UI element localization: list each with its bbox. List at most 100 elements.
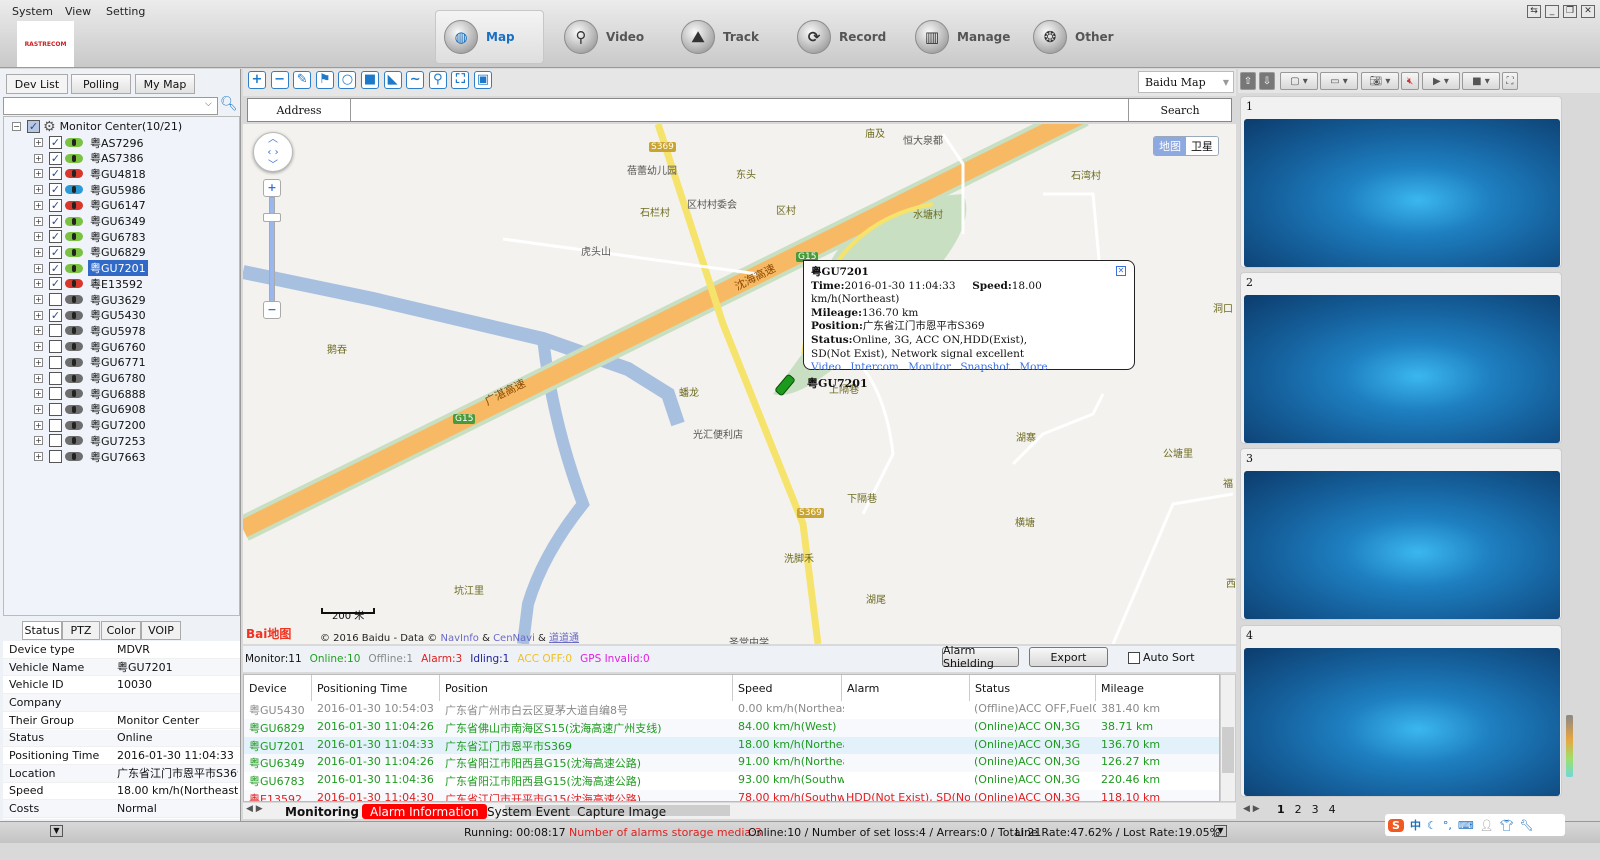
column-header[interactable]: Device — [244, 675, 312, 701]
status-dropdown-icon[interactable]: ▼ — [1214, 825, 1227, 837]
device-checkbox[interactable]: ✓ — [49, 183, 62, 197]
collapse-panel-icon[interactable]: ▼ — [50, 825, 63, 837]
tab-capture-image[interactable]: Capture Image — [569, 804, 674, 819]
video-channel-1[interactable]: 1 — [1240, 96, 1562, 268]
tab-status[interactable]: Status — [22, 621, 62, 640]
device-checkbox[interactable]: ✓ — [49, 151, 62, 165]
device-tree-item[interactable]: + 粤GU6888 — [34, 386, 148, 401]
device-tree-item[interactable]: + 粤GU7200 — [34, 418, 148, 433]
popup-intercom-link[interactable]: Intercom — [850, 361, 899, 373]
column-header[interactable]: Mileage — [1096, 675, 1219, 701]
device-search-input[interactable] — [3, 97, 218, 115]
address-input[interactable] — [351, 99, 1129, 121]
device-checkbox[interactable] — [49, 355, 62, 369]
root-checkbox[interactable]: ✓ — [27, 120, 40, 133]
moon-icon[interactable]: ☾ — [1427, 819, 1437, 832]
table-row[interactable]: 粤GU5430 2016-01-30 10:54:03 广东省广州市白云区夏茅大道自… — [244, 701, 1219, 719]
device-checkbox[interactable] — [49, 371, 62, 385]
tab-ptz[interactable]: PTZ — [62, 621, 100, 640]
expand-icon[interactable]: + — [34, 420, 43, 430]
user-icon[interactable]: 👤︎ — [1480, 819, 1494, 832]
device-checkbox[interactable] — [49, 418, 62, 432]
flag-tool-button[interactable]: ⚑ — [315, 71, 334, 89]
device-tree-item[interactable]: + ✓ 粤GU6783 — [34, 229, 148, 244]
expand-icon[interactable]: + — [34, 169, 43, 179]
expand-icon[interactable]: + — [34, 310, 43, 320]
expand-icon[interactable]: + — [34, 200, 43, 210]
device-tree-item[interactable]: + ✓ 粤GU5430 — [34, 308, 148, 323]
device-tree-item[interactable]: + 粤GU3629 — [34, 292, 148, 307]
device-tree-item[interactable]: + ✓ 粤GU7201 — [34, 260, 148, 277]
device-checkbox[interactable]: ✓ — [49, 230, 62, 244]
video-channel-3[interactable]: 3 — [1240, 448, 1562, 620]
snapshot-button[interactable]: 📷︎ ▾ — [1361, 72, 1399, 90]
collapse-icon[interactable]: − — [12, 122, 21, 131]
device-tree-item[interactable]: + 粤GU7253 — [34, 433, 148, 448]
expand-icon[interactable]: + — [34, 185, 43, 195]
zoom-out-tool-button[interactable]: − — [270, 71, 289, 89]
device-checkbox[interactable]: ✓ — [49, 245, 62, 259]
ruler-tool-button[interactable]: ✎ — [293, 71, 312, 89]
nav-manage-button[interactable]: ▥ Manage — [907, 10, 1022, 64]
column-header[interactable]: Speed — [733, 675, 842, 701]
expand-icon[interactable]: + — [34, 138, 43, 147]
device-checkbox[interactable]: ✓ — [49, 308, 62, 322]
popup-more-link[interactable]: More — [1019, 361, 1047, 373]
circle-tool-button[interactable]: ○ — [338, 71, 357, 89]
device-tree-item[interactable]: + ✓ 粤GU4818 — [34, 166, 148, 181]
device-checkbox[interactable] — [49, 434, 62, 448]
column-header[interactable]: Alarm — [842, 675, 970, 701]
polygon-tool-button[interactable]: ◣ — [383, 71, 402, 89]
minimize-button[interactable]: _ — [1545, 5, 1559, 18]
cennavi-link[interactable]: CenNavi — [493, 633, 535, 644]
device-checkbox[interactable] — [49, 402, 62, 416]
expand-icon[interactable]: + — [34, 295, 43, 304]
device-tree-item[interactable]: + ✓ 粵E13592 — [34, 276, 145, 291]
video-channel-2[interactable]: 2 — [1240, 272, 1562, 444]
export-button[interactable]: Export — [1029, 647, 1108, 667]
expand-icon[interactable]: + — [34, 452, 43, 461]
video-channel-4[interactable]: 4 — [1240, 625, 1562, 797]
table-row[interactable]: 粤GU7201 2016-01-30 11:04:33 广东省江门市恩平市S369 1… — [244, 736, 1219, 755]
navinfo-link[interactable]: NavInfo — [440, 633, 478, 644]
wrench-icon[interactable]: 🔧︎ — [1520, 819, 1534, 832]
device-checkbox[interactable] — [49, 293, 62, 306]
table-vertical-scrollbar[interactable] — [1220, 674, 1236, 802]
tree-root[interactable]: − ✓ ⚙ Monitor Center(10/21) — [12, 119, 182, 135]
expand-icon[interactable]: + — [34, 216, 43, 226]
device-checkbox[interactable]: ✓ — [49, 214, 62, 228]
daodaotong-link[interactable]: 道道通 — [549, 633, 579, 644]
device-tree-item[interactable]: + ✓ 粤GU6147 — [34, 198, 148, 213]
page-scroll-arrows[interactable]: ◀ ▶ — [1243, 804, 1260, 814]
nav-record-button[interactable]: ⟳ Record — [789, 10, 899, 64]
nav-track-button[interactable]: ⛰ Track — [673, 10, 773, 64]
device-checkbox[interactable]: ✓ — [49, 198, 62, 212]
tab-alarm-information[interactable]: Alarm Information — [362, 804, 487, 819]
map-view[interactable]: ︿ ‹ › ﹀ + − 地图 卫星 庙及 恒大泉都 蓓蕾幼儿园 东头 石湾村 石栏村… — [243, 124, 1236, 644]
table-row[interactable]: 粤GU6829 2016-01-30 11:04:26 广东省佛山市南海区S15(沈… — [244, 718, 1219, 737]
device-tree-item[interactable]: + 粤GU5978 — [34, 323, 148, 338]
layout-single-button[interactable]: ▢ ▾ — [1280, 72, 1318, 90]
shirt-icon[interactable]: 👕︎ — [1500, 819, 1514, 832]
save-tool-button[interactable]: ▣ — [474, 71, 492, 89]
expand-icon[interactable]: + — [34, 279, 43, 289]
fullscreen-button[interactable]: ⛶ — [1502, 72, 1518, 90]
close-button[interactable]: ✕ — [1581, 5, 1595, 18]
scroll-thumb[interactable] — [1222, 727, 1234, 773]
zoom-slider-handle[interactable] — [263, 213, 281, 222]
video-page-tab[interactable]: 3 — [1312, 803, 1319, 816]
search-icon[interactable]: 🔍︎ — [220, 96, 238, 112]
column-header[interactable]: Status — [970, 675, 1096, 701]
zoom-in-tool-button[interactable]: + — [248, 71, 266, 89]
device-checkbox[interactable] — [49, 340, 62, 354]
tab-my-map[interactable]: My Map — [135, 74, 195, 94]
column-header[interactable]: Position — [440, 675, 733, 701]
device-tree-item[interactable]: + 粤GU7663 — [34, 449, 148, 464]
device-checkbox[interactable] — [49, 450, 62, 463]
alarm-shielding-button[interactable]: Alarm Shielding — [942, 644, 1019, 670]
popup-monitor-link[interactable]: Monitor — [908, 361, 951, 373]
table-row[interactable]: 粤GU6783 2016-01-30 11:04:36 广东省阳江市阳西县G15(沈… — [244, 772, 1219, 790]
ime-mode[interactable]: 中 — [1410, 817, 1421, 833]
device-tree-item[interactable]: + 粤GU6780 — [34, 371, 148, 386]
tab-polling[interactable]: Polling — [71, 74, 131, 94]
